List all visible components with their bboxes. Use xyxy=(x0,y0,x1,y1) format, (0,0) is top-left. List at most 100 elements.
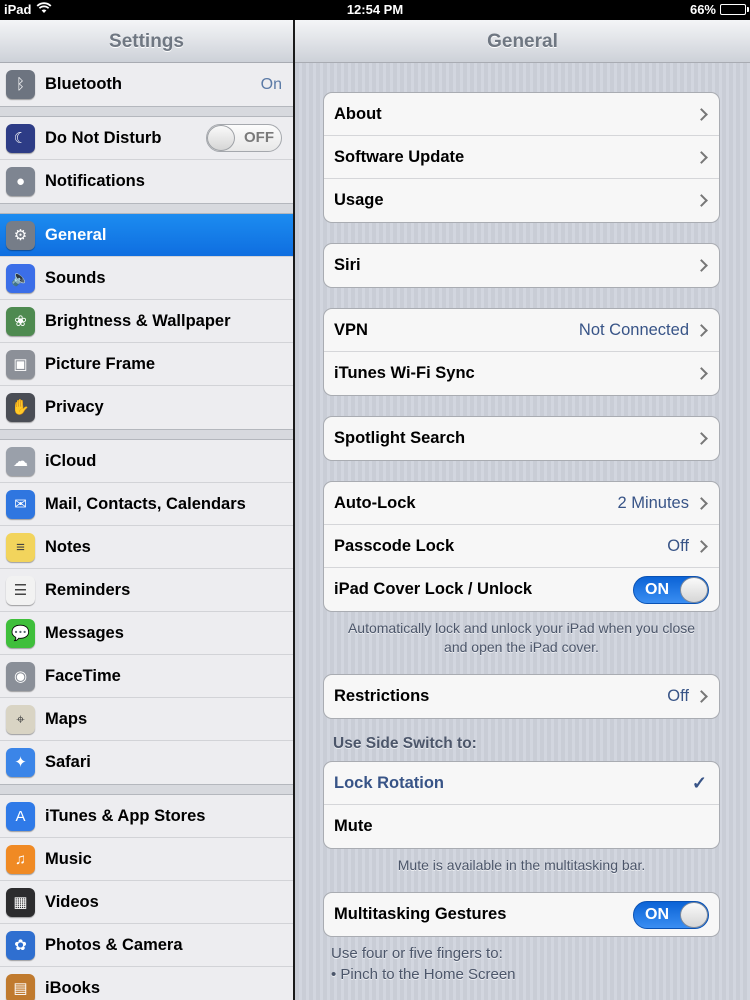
settings-group: About Software Update Usage xyxy=(323,92,720,223)
row-label: iPad Cover Lock / Unlock xyxy=(334,580,533,598)
multitasking-gestures-toggle[interactable]: ON xyxy=(633,900,709,929)
row-label: Siri xyxy=(334,256,361,274)
sidebar-item-facetime[interactable]: ◉ FaceTime xyxy=(0,655,293,698)
sidebar-item-label: Mail, Contacts, Calendars xyxy=(45,494,246,513)
row-lock-rotation[interactable]: Lock Rotation ✓ xyxy=(324,762,719,805)
chevron-right-icon xyxy=(695,432,708,445)
row-vpn[interactable]: VPN Not Connected xyxy=(324,309,719,352)
row-ipad-cover-lock[interactable]: iPad Cover Lock / Unlock ON xyxy=(324,568,719,611)
row-label: Auto-Lock xyxy=(334,493,416,512)
row-mute[interactable]: Mute xyxy=(324,805,719,848)
row-label: Spotlight Search xyxy=(334,429,466,447)
toggle-knob xyxy=(680,901,708,928)
settings-list: ᛒ Bluetooth On ☾ Do Not Disturb OFF ● Notificat… xyxy=(0,63,293,1000)
sidebar-item-notifications[interactable]: ● Notifications xyxy=(0,160,293,203)
settings-group: AiTunes & App Stores ♫ Music ▦ Videos ✿ Photos… xyxy=(0,794,293,1000)
sidebar-item-maps[interactable]: ⌖ Maps xyxy=(0,698,293,741)
sidebar-item-music[interactable]: ♫ Music xyxy=(0,838,293,881)
row-itunes-wifi-sync[interactable]: iTunes Wi-Fi Sync xyxy=(324,352,719,395)
settings-group: Restrictions Off xyxy=(323,674,720,719)
sidebar-item-safari[interactable]: ✦ Safari xyxy=(0,741,293,784)
row-label: Usage xyxy=(334,191,384,209)
sidebar-title: Settings xyxy=(0,20,293,63)
picture-frame-icon: ▣ xyxy=(6,349,35,379)
music-note-icon: ♫ xyxy=(6,844,35,874)
row-spotlight-search[interactable]: Spotlight Search xyxy=(324,417,719,460)
sidebar-item-label: Bluetooth xyxy=(45,75,122,93)
row-label: About xyxy=(334,104,382,123)
sidebar-item-label: Do Not Disturb xyxy=(45,128,162,147)
sidebar-item-sounds[interactable]: 🔈 Sounds xyxy=(0,257,293,300)
row-label: VPN xyxy=(334,320,368,339)
row-siri[interactable]: Siri xyxy=(324,244,719,287)
row-restrictions[interactable]: Restrictions Off xyxy=(324,675,719,718)
chevron-right-icon xyxy=(695,539,708,553)
row-multitasking-gestures[interactable]: Multitasking Gestures ON xyxy=(324,893,719,936)
app-store-icon: A xyxy=(6,801,35,831)
ipad-cover-lock-toggle[interactable]: ON xyxy=(633,575,709,604)
sidebar-item-ibooks[interactable]: ▤ iBooks xyxy=(0,967,293,1000)
row-value: Off xyxy=(667,687,689,705)
row-usage[interactable]: Usage xyxy=(324,179,719,222)
sidebar-item-general[interactable]: ⚙ General xyxy=(0,214,293,257)
sidebar-item-label: Privacy xyxy=(45,398,104,416)
sidebar-item-label: Reminders xyxy=(45,580,131,599)
toggle-label: ON xyxy=(645,580,669,598)
row-about[interactable]: About xyxy=(324,93,719,136)
settings-group: Auto-Lock 2 Minutes Passcode Lock Off iPad C… xyxy=(323,481,720,612)
sidebar-item-mail-contacts-calendars[interactable]: ✉ Mail, Contacts, Calendars xyxy=(0,483,293,526)
chevron-right-icon xyxy=(695,259,708,272)
sidebar-item-reminders[interactable]: ☰ Reminders xyxy=(0,569,293,612)
toggle-knob xyxy=(680,576,708,603)
chevron-right-icon xyxy=(695,150,708,164)
sidebar-item-picture-frame[interactable]: ▣ Picture Frame xyxy=(0,343,293,386)
sidebar-item-icloud[interactable]: ☁ iCloud xyxy=(0,440,293,483)
row-software-update[interactable]: Software Update xyxy=(324,136,719,179)
sidebar-item-privacy[interactable]: ✋ Privacy xyxy=(0,386,293,429)
settings-group: ☾ Do Not Disturb OFF ● Notifications xyxy=(0,116,293,204)
general-pane: General About Software Update Usage Siri VPN… xyxy=(295,20,750,1000)
chevron-right-icon xyxy=(695,496,708,510)
sidebar-item-label: iBooks xyxy=(45,979,101,997)
sidebar-item-label: Maps xyxy=(45,709,88,728)
row-label: Restrictions xyxy=(334,687,430,705)
sidebar-item-notes[interactable]: ≡ Notes xyxy=(0,526,293,569)
footer-line: • Pinch to the Home Screen xyxy=(331,966,516,983)
sidebar-item-messages[interactable]: 💬 Messages xyxy=(0,612,293,655)
sidebar-item-label: iTunes & App Stores xyxy=(45,806,206,825)
sidebar-item-label: Notes xyxy=(45,537,91,556)
settings-group: VPN Not Connected iTunes Wi-Fi Sync xyxy=(323,308,720,396)
battery-icon xyxy=(720,4,749,15)
group-footer: Mute is available in the multitasking ba… xyxy=(397,857,646,873)
map-icon: ⌖ xyxy=(6,704,35,734)
camera-icon: ◉ xyxy=(6,661,35,691)
clock: 12:54 PM xyxy=(346,2,404,17)
row-passcode-lock[interactable]: Passcode Lock Off xyxy=(324,525,719,568)
detail-title: General xyxy=(295,20,750,63)
row-auto-lock[interactable]: Auto-Lock 2 Minutes xyxy=(324,482,719,525)
row-label: Multitasking Gestures xyxy=(334,905,507,923)
sidebar-item-do-not-disturb[interactable]: ☾ Do Not Disturb OFF xyxy=(0,117,293,160)
sidebar-item-brightness-wallpaper[interactable]: ❀ Brightness & Wallpaper xyxy=(0,300,293,343)
multitasking-footer: Use four or five fingers to: • Pinch to t… xyxy=(331,943,720,985)
speaker-icon: 🔈 xyxy=(6,263,35,293)
sidebar-item-itunes-app-stores[interactable]: AiTunes & App Stores xyxy=(0,795,293,838)
toggle-label: ON xyxy=(645,905,669,923)
clapperboard-icon: ▦ xyxy=(6,887,35,917)
section-header: Use Side Switch to: xyxy=(333,735,477,752)
general-list: About Software Update Usage Siri VPN Not Conn… xyxy=(295,63,750,985)
row-label: Mute xyxy=(334,817,373,835)
do-not-disturb-toggle[interactable]: OFF xyxy=(206,124,282,152)
sidebar-item-label: Videos xyxy=(45,892,99,911)
sidebar-item-photos-camera[interactable]: ✿ Photos & Camera xyxy=(0,924,293,967)
bluetooth-icon: ᛒ xyxy=(6,70,35,99)
row-value: Off xyxy=(667,536,689,555)
row-label: Lock Rotation xyxy=(334,773,444,792)
sidebar-item-videos[interactable]: ▦ Videos xyxy=(0,881,293,924)
sidebar-item-label: Sounds xyxy=(45,268,106,287)
sidebar-item-bluetooth[interactable]: ᛒ Bluetooth On xyxy=(0,63,293,106)
checkmark-icon: ✓ xyxy=(691,772,707,793)
book-icon: ▤ xyxy=(6,974,35,1000)
sidebar-item-label: Safari xyxy=(45,753,91,771)
reminders-icon: ☰ xyxy=(6,575,35,605)
